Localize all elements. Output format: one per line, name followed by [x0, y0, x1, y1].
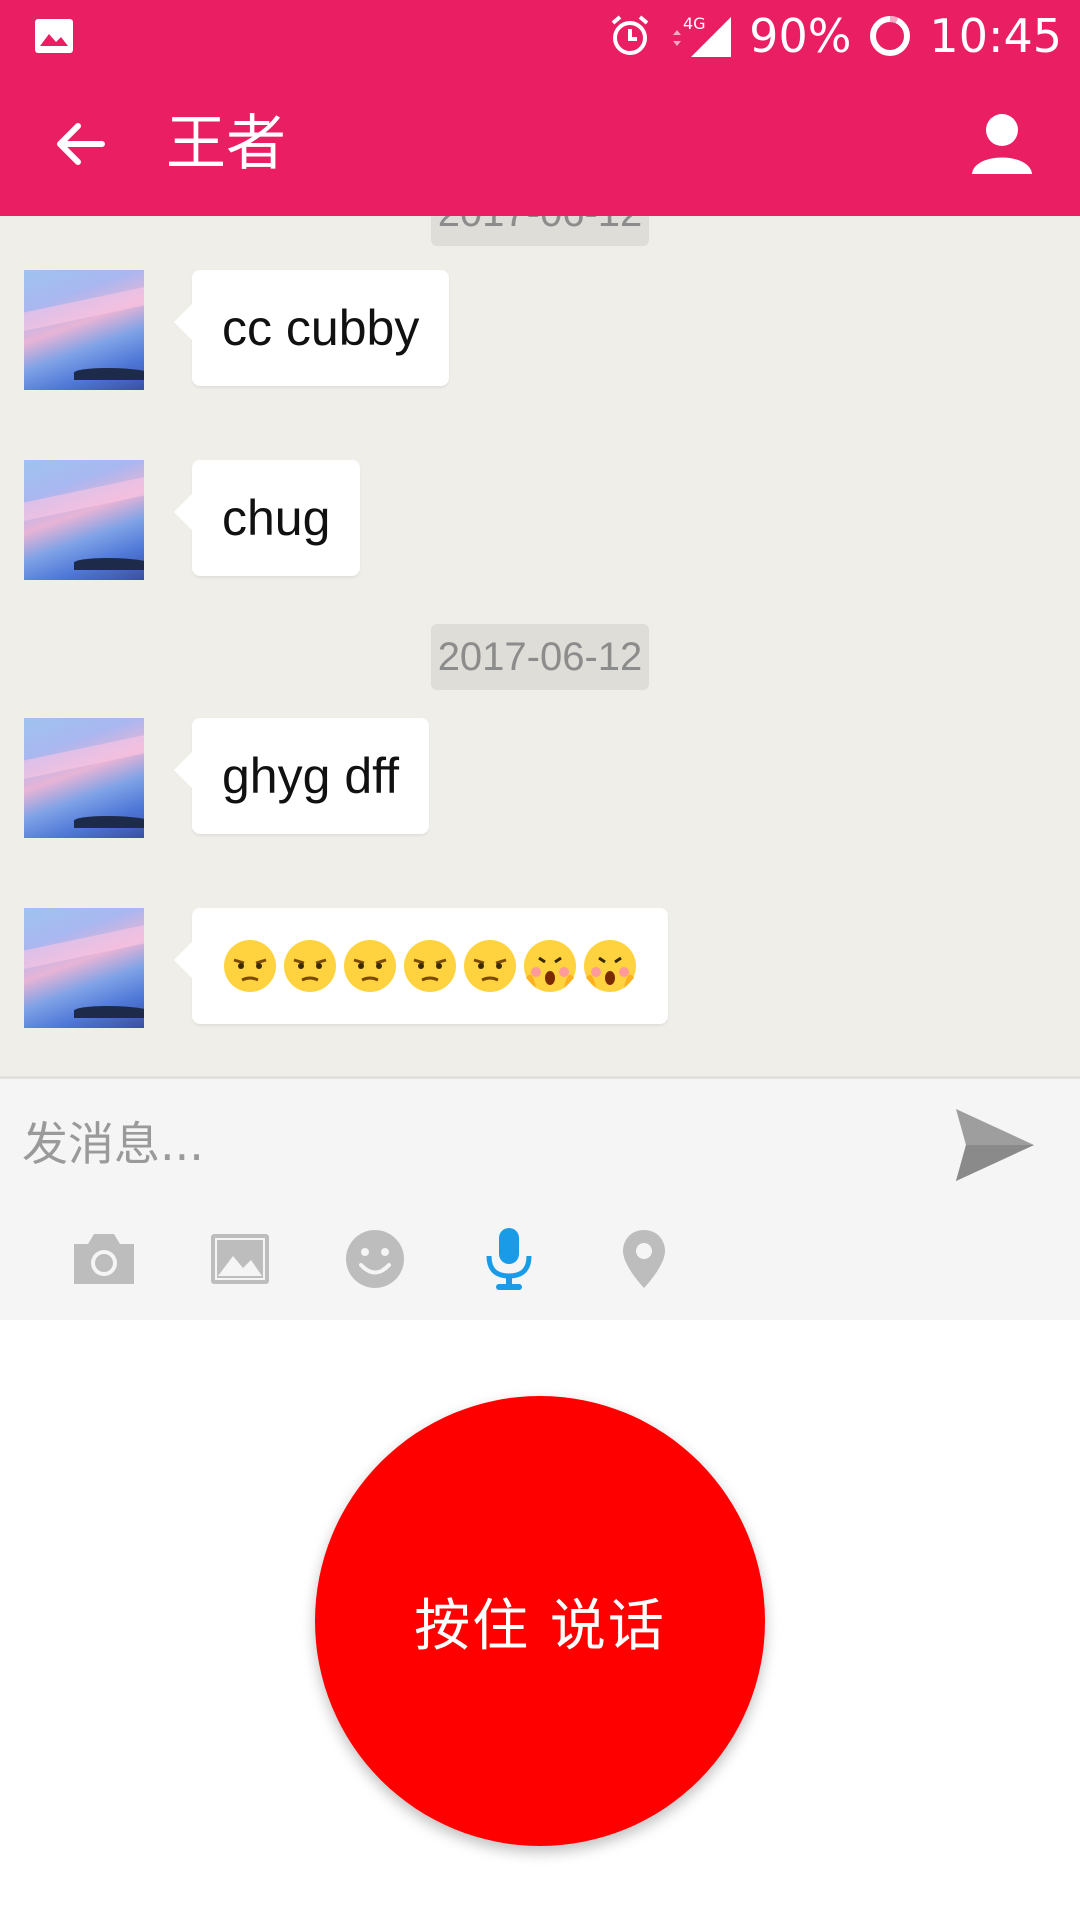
chat-title: 王者 — [166, 109, 286, 179]
message-row: chug — [24, 460, 1024, 580]
chat-list[interactable]: 2017-06-12 cc cubby chug 2017-06-12 ghyg… — [0, 216, 1080, 1076]
battery-percent: 90% — [749, 9, 852, 63]
microphone-icon — [486, 1228, 532, 1290]
avatar[interactable] — [24, 908, 144, 1028]
person-icon — [972, 114, 1032, 174]
message-bubble[interactable]: ghyg dff — [173, 718, 430, 834]
image-icon — [211, 1234, 269, 1284]
back-button[interactable] — [48, 112, 112, 176]
send-button[interactable] — [950, 1101, 1038, 1189]
avatar[interactable] — [24, 718, 144, 838]
profile-button[interactable] — [968, 110, 1036, 178]
message-row: ghyg dff — [24, 718, 1024, 838]
location-button[interactable] — [604, 1219, 684, 1299]
toolbar — [0, 1219, 1080, 1309]
message-bubble[interactable] — [174, 908, 668, 1024]
voice-button[interactable] — [469, 1219, 549, 1299]
status-bar: 4G 90% 10:45 — [0, 0, 1080, 72]
emoji-icon — [346, 1230, 404, 1288]
emoji-button[interactable] — [335, 1219, 415, 1299]
message-row: cc cubby — [24, 270, 1024, 390]
emoji-annoyed-icon — [464, 940, 516, 992]
input-bar — [0, 1076, 1080, 1323]
emoji-annoyed-icon — [344, 940, 396, 992]
signal-icon: 4G — [669, 13, 733, 59]
image-icon — [34, 18, 74, 54]
arrow-back-icon — [57, 123, 105, 165]
send-icon — [956, 1109, 1034, 1181]
voice-panel: 按住 说话 — [0, 1320, 1080, 1920]
message-row — [24, 908, 1024, 1028]
date-separator: 2017-06-12 — [431, 216, 649, 246]
date-separator: 2017-06-12 — [431, 624, 649, 690]
hold-to-talk-button[interactable]: 按住 说话 — [315, 1396, 765, 1846]
location-icon — [623, 1230, 665, 1288]
clock: 10:45 — [929, 9, 1062, 63]
emoji-annoyed-icon — [224, 940, 276, 992]
emoji-annoyed-icon — [404, 940, 456, 992]
emoji-shocked-icon — [524, 940, 576, 992]
alarm-icon — [607, 13, 653, 59]
camera-button[interactable] — [64, 1219, 144, 1299]
avatar[interactable] — [24, 460, 144, 580]
network-label: 4G — [683, 14, 706, 33]
message-bubble[interactable]: chug — [173, 460, 361, 576]
gallery-button[interactable] — [200, 1219, 280, 1299]
message-bubble[interactable]: cc cubby — [173, 270, 450, 386]
app-bar: 王者 — [0, 72, 1080, 216]
emoji-annoyed-icon — [284, 940, 336, 992]
emoji-shocked-icon — [584, 940, 636, 992]
message-input[interactable] — [20, 1093, 904, 1195]
camera-icon — [74, 1234, 134, 1284]
avatar[interactable] — [24, 270, 144, 390]
battery-icon — [867, 13, 913, 59]
